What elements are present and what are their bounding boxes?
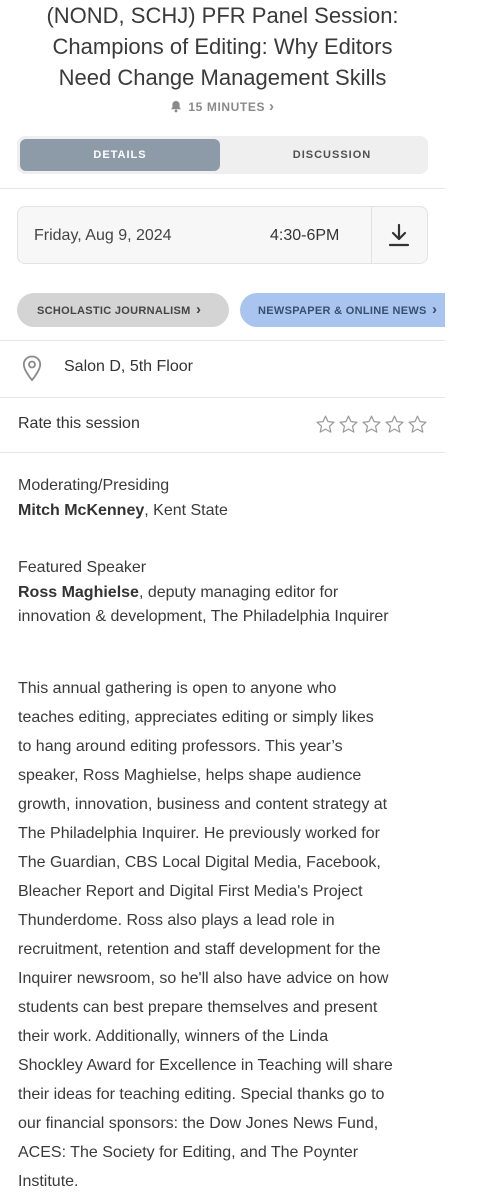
star-icon[interactable]	[384, 414, 407, 436]
description-line: ACES: The Society for Editing, and The P…	[18, 1144, 359, 1161]
description-line: to hang around editing professors. This …	[18, 738, 343, 755]
chevron-right-icon: ›	[432, 301, 438, 318]
description-line: Institute.	[18, 1173, 79, 1190]
description-line: recruitment, retention and staff develop…	[18, 941, 381, 958]
session-title-line: Need Change Management Skills	[58, 65, 387, 90]
star-icon[interactable]	[361, 414, 384, 436]
download-icon[interactable]	[388, 223, 410, 252]
description-line: teaches editing, appreciates editing or …	[18, 709, 374, 726]
moderator-affiliation: , Kent State	[144, 501, 228, 519]
description-line: their ideas for teaching editing. Specia…	[18, 1086, 385, 1103]
session-duration[interactable]: 15 MINUTES ›	[0, 98, 445, 116]
divider	[0, 188, 445, 189]
description-line: Shockley Award for Excellence in Teachin…	[18, 1057, 393, 1074]
track-chip-newspaper-online-news[interactable]: NEWSPAPER & ONLINE NEWS ›	[240, 293, 445, 327]
speaker-affiliation: , deputy managing editor for	[138, 583, 339, 601]
description-line: Thunderdome. Ross also plays a lead role…	[18, 912, 335, 929]
schedule-card: Friday, Aug 9, 2024 4:30-6PM	[17, 206, 428, 264]
star-icon[interactable]	[315, 414, 338, 436]
session-description: This annual gathering is open to anyone …	[18, 674, 488, 1196]
session-date: Friday, Aug 9, 2024	[34, 227, 172, 244]
description-line: their work. Additionally, winners of the…	[18, 1028, 329, 1045]
description-line: Bleacher Report and Digital First Media'…	[18, 883, 363, 900]
description-line: our financial sponsors: the Dow Jones Ne…	[18, 1115, 379, 1132]
divider	[0, 397, 445, 398]
description-line: growth, innovation, business and content…	[18, 796, 388, 813]
session-title-line: (NOND, SCHJ) PFR Panel Session:	[46, 3, 399, 28]
description-line: speaker, Ross Maghielse, helps shape aud…	[18, 767, 362, 784]
divider	[0, 452, 445, 453]
speaker-section: Featured Speaker Ross Maghielse, deputy …	[18, 556, 389, 630]
divider	[371, 207, 372, 263]
moderator-section: Moderating/Presiding Mitch McKenney, Ken…	[18, 474, 228, 523]
tab-details[interactable]: DETAILS	[20, 139, 220, 171]
speaker-role: Featured Speaker	[18, 559, 147, 576]
session-title: (NOND, SCHJ) PFR Panel Session: Champion…	[0, 0, 445, 93]
speaker-name: Ross Maghielse	[18, 583, 139, 601]
description-line: This annual gathering is open to anyone …	[18, 680, 337, 697]
location-label[interactable]: Salon D, 5th Floor	[64, 358, 193, 376]
duration-label: 15 MINUTES	[188, 100, 266, 114]
track-chip-label: SCHOLASTIC JOURNALISM	[37, 305, 191, 317]
session-time: 4:30-6PM	[270, 227, 340, 244]
description-line: The Guardian, CBS Local Digital Media, F…	[18, 854, 381, 871]
description-line: students can best prepare themselves and…	[18, 999, 378, 1016]
tab-bar: DETAILS DISCUSSION	[17, 136, 428, 174]
divider	[0, 340, 445, 341]
tab-discussion[interactable]: DISCUSSION	[237, 139, 427, 171]
speaker-affiliation: innovation & development, The Philadelph…	[18, 608, 389, 625]
rate-session-label: Rate this session	[18, 415, 140, 432]
description-line: The Philadelphia Inquirer. He previously…	[18, 825, 380, 842]
moderator-role: Moderating/Presiding	[18, 477, 170, 494]
moderator-name: Mitch McKenney	[18, 501, 145, 519]
star-icon[interactable]	[338, 414, 361, 436]
description-line: Inquirer newsroom, so he'll also have ad…	[18, 970, 389, 987]
location-pin-icon	[22, 355, 42, 387]
bell-icon	[170, 100, 182, 116]
chevron-right-icon: ›	[269, 98, 275, 115]
session-title-line: Champions of Editing: Why Editors	[52, 34, 393, 59]
track-chip-scholastic-journalism[interactable]: SCHOLASTIC JOURNALISM ›	[17, 293, 229, 327]
star-icon[interactable]	[407, 414, 430, 436]
track-chip-label: NEWSPAPER & ONLINE NEWS	[258, 305, 427, 317]
rating-stars	[315, 414, 430, 440]
chevron-right-icon: ›	[195, 301, 202, 318]
